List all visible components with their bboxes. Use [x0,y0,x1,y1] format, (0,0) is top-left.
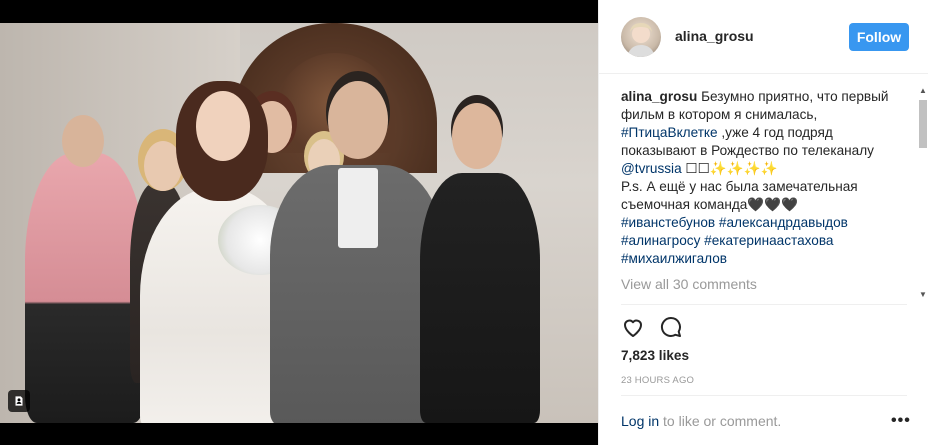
login-text: to like or comment. [659,413,782,429]
caption-text: P.s. А ещё у нас была замечательная съем… [621,179,858,212]
likes-count[interactable]: 7,823 likes [621,348,689,363]
groom-shirt [338,168,378,248]
post-sidebar: alina_grosu Follow alina_grosu Безумно п… [598,0,928,445]
heart-icon[interactable] [621,315,645,341]
scrollbar-thumb[interactable] [919,100,927,148]
login-link[interactable]: Log in [621,413,659,429]
scroll-down-icon[interactable]: ▼ [919,290,927,299]
follow-button[interactable]: Follow [849,23,909,51]
post-photo[interactable] [0,23,598,423]
mention-link[interactable]: @tvrussia [621,161,682,176]
post-header: alina_grosu Follow [599,0,928,74]
hashtag-link[interactable]: #александрдавыдов [719,215,848,230]
hashtag-link[interactable]: #екатеринаастахова [704,233,833,248]
hashtag-link[interactable]: #алинагросу [621,233,700,248]
more-options-icon[interactable]: ••• [891,412,911,430]
comment-icon[interactable] [659,315,683,341]
action-bar [621,315,683,341]
man-black-suit-head [452,103,502,169]
groom-head [328,81,388,159]
divider [621,395,907,396]
caption: alina_grosu Безумно приятно, что первый … [621,88,903,268]
hashtag-link[interactable]: #михаилжигалов [621,251,727,266]
post-timestamp[interactable]: 23 HOURS AGO [621,375,694,386]
person-pink-shirt [25,153,145,423]
man-black-suit [420,173,540,423]
comments-scrollbar[interactable]: ▲ ▼ [917,84,928,302]
video-camera-icon [8,390,30,412]
divider [621,304,907,305]
hashtag-link[interactable]: #ПтицаВклетке [621,125,718,140]
caption-emoji: ☐☐✨✨✨✨ [681,161,778,176]
hashtag-link[interactable]: #иванстебунов [621,215,715,230]
login-prompt: Log in to like or comment. [621,413,781,429]
person-pink-shirt-head [62,115,104,167]
scroll-up-icon[interactable]: ▲ [919,86,927,95]
post-media [0,0,598,445]
bride-face [196,91,250,161]
avatar[interactable] [621,17,661,57]
caption-username[interactable]: alina_grosu [621,89,697,104]
view-all-comments-link[interactable]: View all 30 comments [621,276,757,292]
post-username[interactable]: alina_grosu [675,28,754,44]
